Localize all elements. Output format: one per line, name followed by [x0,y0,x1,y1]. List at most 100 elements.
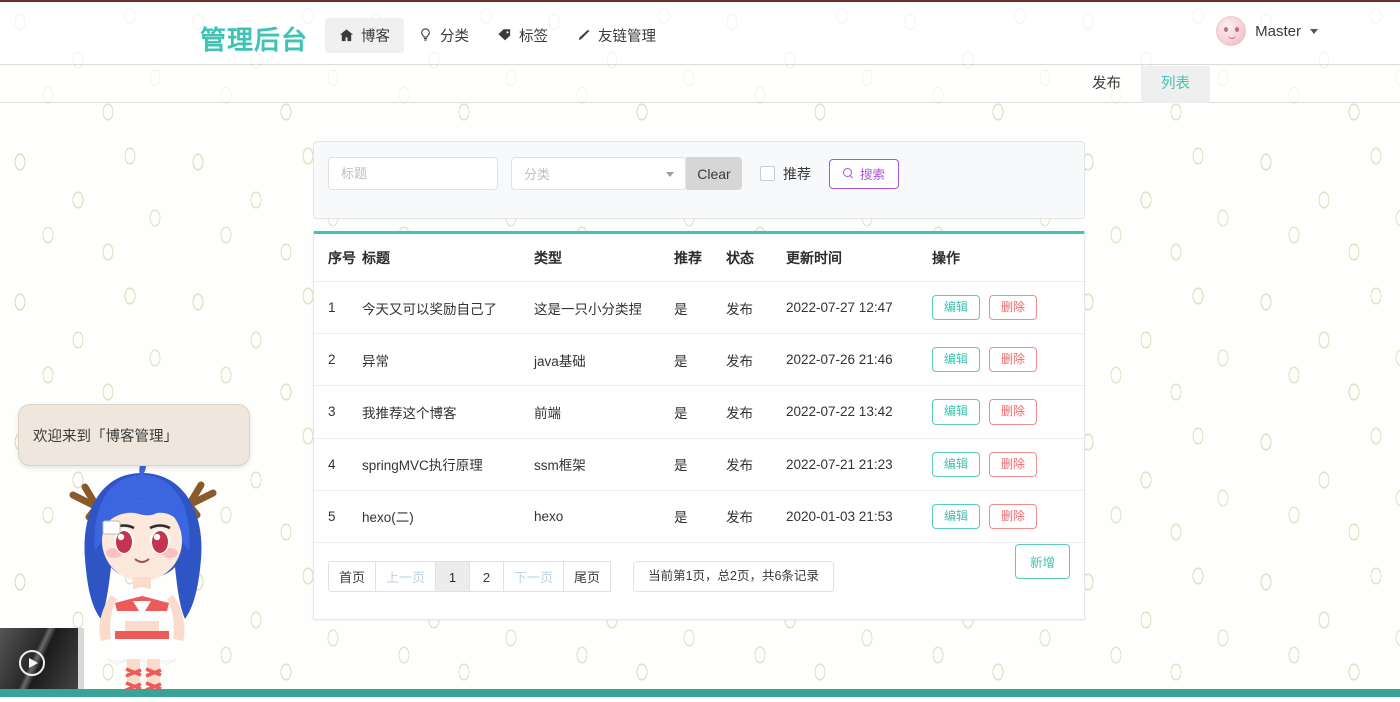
row-title: 我推荐这个博客 [362,386,534,438]
tab-publish[interactable]: 发布 [1072,66,1141,103]
delete-button[interactable]: 删除 [989,504,1037,529]
play-icon[interactable] [19,650,45,676]
user-name: Master [1255,23,1301,40]
row-update-time: 2022-07-22 13:42 [786,386,932,438]
row-index: 3 [314,386,362,438]
lightbulb-icon [418,28,433,43]
search-filter-card: 分类 Clear 推荐 搜索 [313,141,1085,219]
table-row: 3我推荐这个博客前端是发布2022-07-22 13:42编辑删除 [314,386,1084,438]
recommend-label: 推荐 [783,164,811,184]
edit-button[interactable]: 编辑 [932,399,980,424]
row-actions: 编辑删除 [932,490,1084,542]
nav-item-tag[interactable]: 标签 [483,18,562,53]
table-row: 1今天又可以奖励自己了这是一只小分类捏是发布2022-07-27 12:47编辑… [314,282,1084,334]
clear-button[interactable]: Clear [686,157,742,190]
col-status: 状态 [726,234,786,282]
delete-button[interactable]: 删除 [989,399,1037,424]
nav-item-category[interactable]: 分类 [404,18,483,53]
page-prev[interactable]: 上一页 [376,561,436,592]
home-icon [339,28,354,43]
row-recommend: 是 [674,386,726,438]
nav-label-tag: 标签 [519,25,548,46]
row-status: 发布 [726,282,786,334]
row-index: 1 [314,282,362,334]
nav-item-friendlinks[interactable]: 友链管理 [562,18,670,53]
tab-list[interactable]: 列表 [1141,66,1210,103]
brand-title: 管理后台 [200,20,308,57]
blog-table: 序号 标题 类型 推荐 状态 更新时间 操作 1今天又可以奖励自己了这是一只小分… [314,234,1084,543]
col-index: 序号 [314,234,362,282]
page-2[interactable]: 2 [470,561,504,592]
row-recommend: 是 [674,334,726,386]
search-button[interactable]: 搜索 [829,159,899,189]
subtab-strip: 发布 列表 [0,66,1400,103]
avatar [1216,16,1246,46]
row-status: 发布 [726,386,786,438]
col-update-time: 更新时间 [786,234,932,282]
page-1[interactable]: 1 [436,561,470,592]
delete-button[interactable]: 删除 [989,347,1037,372]
delete-button[interactable]: 删除 [989,452,1037,477]
recommend-checkbox[interactable] [760,166,775,181]
nav-label-blog: 博客 [361,25,390,46]
search-title-input[interactable] [328,157,498,190]
row-update-time: 2022-07-21 21:23 [786,438,932,490]
edit-button[interactable]: 编辑 [932,504,980,529]
chevron-down-icon [666,172,674,177]
nav-label-friendlinks: 友链管理 [598,25,656,46]
page-next[interactable]: 下一页 [504,561,564,592]
row-status: 发布 [726,334,786,386]
row-actions: 编辑删除 [932,438,1084,490]
search-button-label: 搜索 [860,164,885,183]
row-update-time: 2022-07-26 21:46 [786,334,932,386]
page-first[interactable]: 首页 [328,561,376,592]
edit-button[interactable]: 编辑 [932,347,980,372]
row-title: 异常 [362,334,534,386]
row-type: hexo [534,490,674,542]
row-status: 发布 [726,490,786,542]
pagination-zone: 首页 上一页 1 2 下一页 尾页 当前第1页，总2页，共6条记录 新增 [314,543,1084,619]
user-menu[interactable]: Master [1216,16,1318,46]
col-operation: 操作 [932,234,1084,282]
row-status: 发布 [726,438,786,490]
row-index: 2 [314,334,362,386]
pagination: 首页 上一页 1 2 下一页 尾页 当前第1页，总2页，共6条记录 [328,561,834,592]
media-player-widget[interactable] [0,628,78,697]
edit-button[interactable]: 编辑 [932,452,980,477]
row-title: springMVC执行原理 [362,438,534,490]
col-title: 标题 [362,234,534,282]
bottom-accent-bar [0,689,1400,697]
row-update-time: 2022-07-27 12:47 [786,282,932,334]
col-type: 类型 [534,234,674,282]
blog-list-card: 序号 标题 类型 推荐 状态 更新时间 操作 1今天又可以奖励自己了这是一只小分… [313,231,1085,620]
row-index: 5 [314,490,362,542]
table-header-row: 序号 标题 类型 推荐 状态 更新时间 操作 [314,234,1084,282]
col-recommend: 推荐 [674,234,726,282]
row-type: 这是一只小分类捏 [534,282,674,334]
row-actions: 编辑删除 [932,334,1084,386]
table-row: 4springMVC执行原理ssm框架是发布2022-07-21 21:23编辑… [314,438,1084,490]
edit-button[interactable]: 编辑 [932,295,980,320]
row-type: 前端 [534,386,674,438]
page-last[interactable]: 尾页 [564,561,611,592]
row-actions: 编辑删除 [932,386,1084,438]
pencil-icon [576,28,591,43]
row-recommend: 是 [674,282,726,334]
row-index: 4 [314,438,362,490]
add-button[interactable]: 新增 [1015,544,1070,579]
nav-label-category: 分类 [440,25,469,46]
row-recommend: 是 [674,490,726,542]
category-select[interactable]: 分类 [511,157,686,190]
table-body: 1今天又可以奖励自己了这是一只小分类捏是发布2022-07-27 12:47编辑… [314,282,1084,543]
row-type: ssm框架 [534,438,674,490]
nav-item-blog[interactable]: 博客 [325,18,404,53]
row-recommend: 是 [674,438,726,490]
category-select-value: 分类 [524,164,550,183]
recommend-checkbox-wrap[interactable]: 推荐 [760,164,811,184]
mascot-message: 欢迎来到「博客管理」 [33,425,178,446]
chevron-down-icon [1310,29,1318,34]
table-row: 5hexo(二)hexo是发布2020-01-03 21:53编辑删除 [314,490,1084,542]
row-title: 今天又可以奖励自己了 [362,282,534,334]
table-row: 2异常java基础是发布2022-07-26 21:46编辑删除 [314,334,1084,386]
delete-button[interactable]: 删除 [989,295,1037,320]
